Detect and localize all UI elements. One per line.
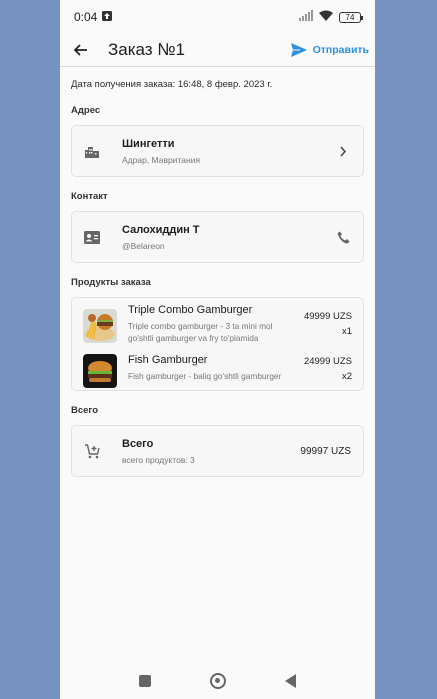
total-count: всего продуктов: 3 xyxy=(122,454,195,465)
contact-card-icon xyxy=(84,229,100,245)
address-card[interactable]: Шингетти Адрар, Мавритания xyxy=(71,125,364,177)
status-time: 0:04 xyxy=(74,10,98,24)
address-section-label: Адрес xyxy=(71,105,101,116)
app-bar: Заказ №1 Отправить xyxy=(60,34,375,67)
send-button[interactable]: Отправить xyxy=(290,43,369,57)
address-details: Адрар, Мавритания xyxy=(122,154,200,165)
back-button[interactable] xyxy=(72,41,90,59)
contact-name: Салохиддин Т xyxy=(122,223,200,236)
product-image xyxy=(83,354,117,388)
send-label: Отправить xyxy=(312,44,369,56)
signal-icon xyxy=(299,10,313,24)
total-section-label: Всего xyxy=(71,405,99,416)
product-description: Triple combo gamburger - 3 ta mini mol g… xyxy=(128,321,273,343)
city-icon xyxy=(84,143,100,159)
address-name: Шингетти xyxy=(122,137,175,150)
recent-apps-button[interactable] xyxy=(139,674,152,687)
product-item[interactable]: Triple Combo Gamburger Triple combo gamb… xyxy=(72,302,363,344)
cart-add-icon xyxy=(84,443,100,459)
product-item[interactable]: Fish Gamburger Fish gamburger - baliq go… xyxy=(72,352,363,388)
phone-icon[interactable] xyxy=(335,229,351,245)
phone-screen: 0:04 74 Заказ №1 Отправить Дата получени… xyxy=(60,0,375,699)
arrow-back-icon xyxy=(74,44,87,56)
contact-section-label: Контакт xyxy=(71,191,108,202)
products-section-label: Продукты заказа xyxy=(71,277,151,288)
home-button[interactable] xyxy=(209,672,226,689)
page-title: Заказ №1 xyxy=(108,40,186,59)
product-price: 24999 UZS xyxy=(303,356,352,367)
product-description: Fish gamburger - baliq go'shtli gamburge… xyxy=(128,371,282,381)
order-content: Дата получения заказа: 16:48, 8 февр. 20… xyxy=(60,68,375,477)
notification-icon xyxy=(102,10,113,24)
product-quantity: x2 xyxy=(341,371,352,382)
product-image xyxy=(83,309,117,343)
order-date: Дата получения заказа: 16:48, 8 февр. 20… xyxy=(71,79,273,90)
product-price: 49999 UZS xyxy=(303,311,352,322)
product-name: Fish Gamburger xyxy=(128,354,208,366)
total-title: Всего xyxy=(122,437,154,450)
product-quantity: x1 xyxy=(341,326,352,337)
chevron-right-icon xyxy=(335,143,351,159)
contact-card[interactable]: Салохиддин Т @Belareon xyxy=(71,211,364,263)
total-card: Всего всего продуктов: 3 99997 UZS xyxy=(71,425,364,477)
total-amount: 99997 UZS xyxy=(300,445,351,457)
products-card: Triple Combo Gamburger Triple combo gamb… xyxy=(71,297,364,391)
product-name: Triple Combo Gamburger xyxy=(128,304,253,316)
status-bar: 0:04 74 xyxy=(60,0,375,34)
system-nav-bar xyxy=(60,662,375,699)
contact-handle: @Belareon xyxy=(122,240,165,251)
system-back-button[interactable] xyxy=(284,673,296,688)
battery-icon: 74 xyxy=(339,11,363,23)
wifi-icon xyxy=(319,10,333,24)
send-icon xyxy=(290,43,307,57)
